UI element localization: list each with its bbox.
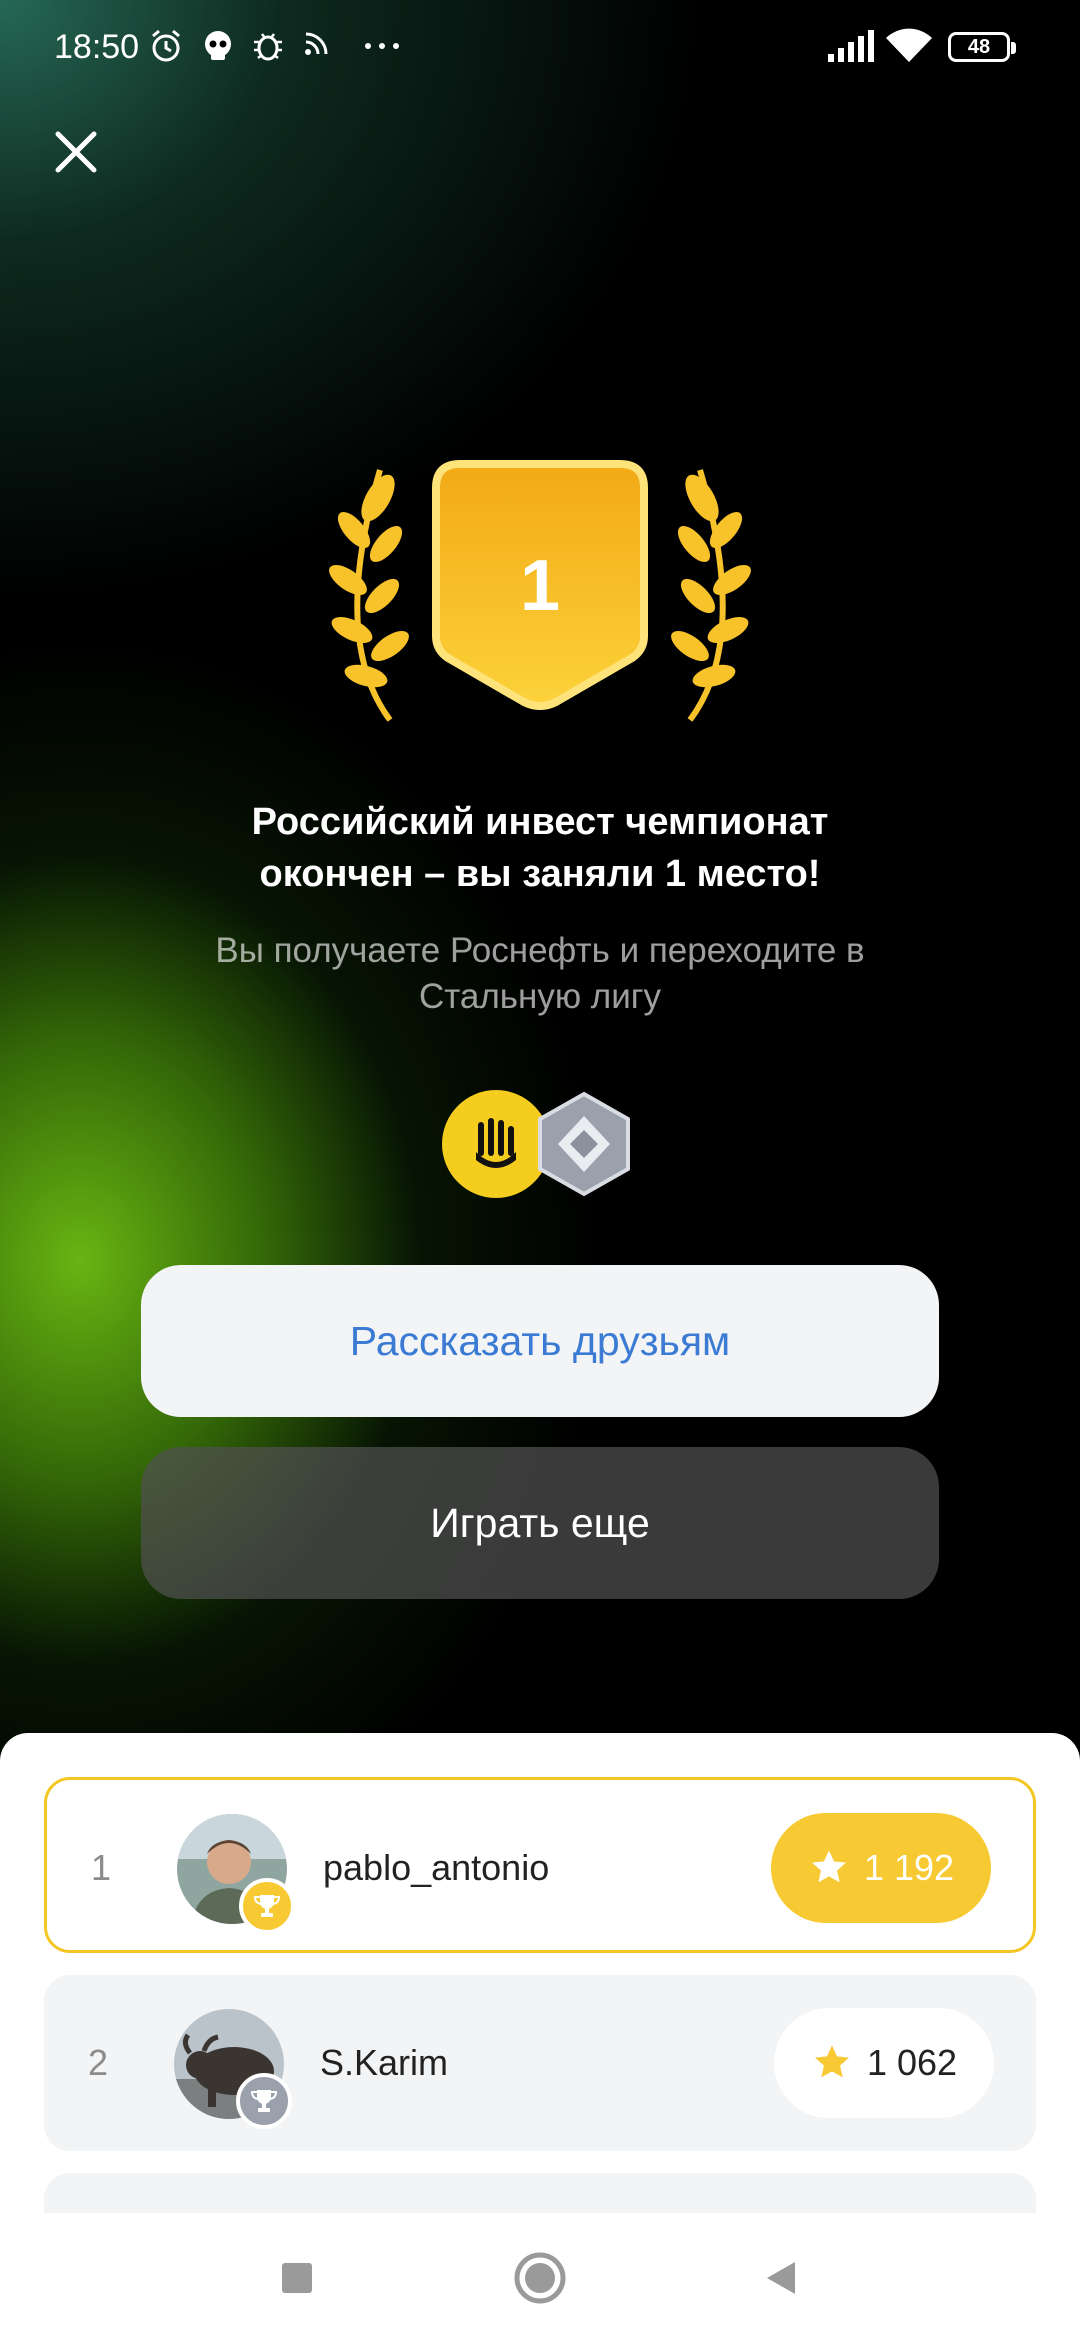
status-time: 18:50 — [54, 28, 140, 66]
score-badge: 1 062 — [774, 2008, 994, 2118]
share-with-friends-button[interactable]: Рассказать друзьям — [141, 1265, 939, 1417]
close-icon — [55, 131, 97, 173]
system-navigation-bar — [0, 2213, 1080, 2340]
back-button[interactable] — [746, 2243, 816, 2313]
leaderboard-row[interactable]: 2 S.Karim 1 062 — [44, 1975, 1036, 2151]
play-again-button[interactable]: Играть еще — [141, 1447, 939, 1599]
cast-icon — [302, 28, 332, 67]
star-icon — [814, 2045, 849, 2078]
home-button[interactable] — [505, 2243, 575, 2313]
steel-league-icon — [538, 1091, 630, 1197]
first-place-badge: 1 — [320, 440, 760, 740]
recents-button[interactable] — [262, 2243, 332, 2313]
place-number: 1 — [520, 546, 560, 626]
signal-icon — [826, 28, 876, 73]
triangle-back-icon — [767, 2262, 795, 2294]
star-icon — [811, 1850, 846, 1883]
wifi-icon — [884, 28, 934, 73]
result-subtitle: Вы получаете Роснефть и переходите в Ста… — [215, 931, 865, 1016]
shield-icon: 1 — [432, 460, 648, 710]
more-icon — [362, 28, 402, 73]
bug-icon — [250, 28, 286, 73]
skull-icon — [200, 28, 236, 73]
leaderboard-sheet[interactable]: 1 pablo_antonio 1 192 2 S.Karim 1 062 — [0, 1733, 1080, 2213]
battery-icon: 48 — [948, 32, 1016, 62]
leaderboard-row[interactable] — [44, 2173, 1036, 2213]
square-icon — [282, 2263, 312, 2293]
result-title: Российский инвест чемпионат окончен – вы… — [251, 801, 829, 895]
circle-icon — [514, 2252, 566, 2304]
leaderboard-row[interactable]: 1 pablo_antonio 1 192 — [44, 1777, 1036, 1953]
trophy-icon — [236, 2073, 292, 2129]
score-badge: 1 192 — [771, 1813, 991, 1923]
close-button[interactable] — [48, 124, 104, 180]
alarm-icon — [148, 28, 184, 73]
player-name: S.Karim — [320, 2042, 449, 2083]
trophy-icon — [239, 1878, 295, 1934]
rank-number: 1 — [91, 1847, 112, 1888]
rank-number: 2 — [88, 2042, 109, 2083]
status-bar: 18:50 48 — [0, 0, 1080, 96]
score-value: 1 192 — [863, 1847, 955, 1888]
player-name: pablo_antonio — [323, 1847, 550, 1888]
rewards-row — [442, 1090, 642, 1200]
score-value: 1 062 — [866, 2042, 958, 2083]
